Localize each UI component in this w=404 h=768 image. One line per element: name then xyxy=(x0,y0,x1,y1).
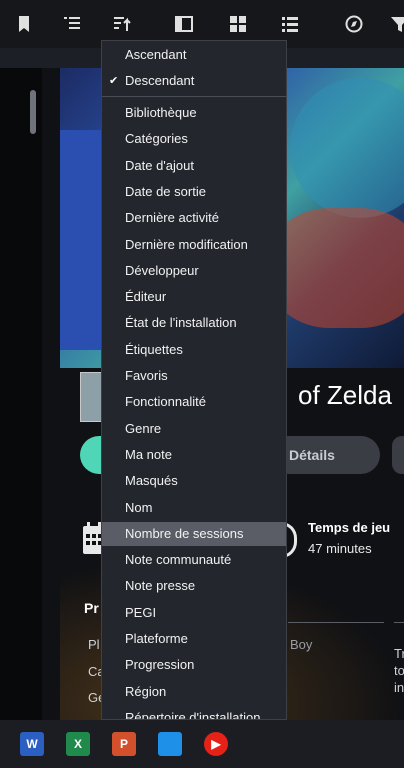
menu-item-label: Favoris xyxy=(125,368,168,383)
menu-item-field-11[interactable]: Fonctionnalité xyxy=(102,390,286,414)
divider xyxy=(288,622,384,623)
menu-item-label: Progression xyxy=(125,657,195,672)
playtime-label: Temps de jeu xyxy=(308,520,391,535)
details-button-label: Détails xyxy=(289,447,335,463)
menu-item-label: Genre xyxy=(125,421,162,436)
menu-item-field-22[interactable]: Région xyxy=(102,680,286,704)
menu-item-label: Catégories xyxy=(125,131,188,146)
filter-icon[interactable] xyxy=(388,12,404,36)
word-icon[interactable]: W xyxy=(20,732,44,756)
explore-icon[interactable] xyxy=(342,12,366,36)
menu-item-label: Dernière activité xyxy=(125,210,219,225)
menu-item-field-20[interactable]: Plateforme xyxy=(102,627,286,651)
bookmark-icon[interactable] xyxy=(12,12,36,36)
menu-item-field-3[interactable]: Date de sortie xyxy=(102,180,286,204)
excel-icon[interactable]: X xyxy=(66,732,90,756)
menu-item-field-21[interactable]: Progression xyxy=(102,653,286,677)
menu-item-field-7[interactable]: Éditeur xyxy=(102,285,286,309)
menu-item-field-8[interactable]: État de l'installation xyxy=(102,311,286,335)
menu-item-field-4[interactable]: Dernière activité xyxy=(102,206,286,230)
menu-item-label: Région xyxy=(125,684,167,699)
game-list-panel xyxy=(0,68,42,720)
youtube-music-icon[interactable]: ▶ xyxy=(204,732,228,756)
menu-item-field-6[interactable]: Développeur xyxy=(102,259,286,283)
menu-item-field-0[interactable]: Bibliothèque xyxy=(102,101,286,125)
menu-item-label: Dernière modification xyxy=(125,237,248,252)
menu-item-field-12[interactable]: Genre xyxy=(102,417,286,441)
panel-icon[interactable] xyxy=(172,12,196,36)
menu-item-field-10[interactable]: Favoris xyxy=(102,364,286,388)
powerpoint-icon[interactable]: P xyxy=(112,732,136,756)
menu-item-label: Date de sortie xyxy=(125,184,206,199)
menu-item-label: Ma note xyxy=(125,447,172,462)
menu-item-field-14[interactable]: Masqués xyxy=(102,469,286,493)
divider xyxy=(394,622,404,623)
scrollbar-thumb[interactable] xyxy=(30,90,36,134)
menu-item-order-1[interactable]: ✔ Descendant xyxy=(102,69,286,93)
hero-art-shape xyxy=(290,78,404,218)
menu-item-label: Fonctionnalité xyxy=(125,394,206,409)
menu-item-label: Étiquettes xyxy=(125,342,183,357)
description-text: Tr xyxy=(394,646,404,661)
menu-item-label: Note communauté xyxy=(125,552,232,567)
menu-item-field-18[interactable]: Note presse xyxy=(102,574,286,598)
menu-item-label: Plateforme xyxy=(125,631,188,646)
menu-item-label: Bibliothèque xyxy=(125,105,197,120)
menu-item-field-9[interactable]: Étiquettes xyxy=(102,338,286,362)
sort-icon[interactable] xyxy=(110,12,134,36)
description-text: in xyxy=(394,680,404,695)
menu-item-field-13[interactable]: Ma note xyxy=(102,443,286,467)
section-heading: Pr xyxy=(84,600,99,616)
menu-item-field-17[interactable]: Note communauté xyxy=(102,548,286,572)
menu-item-order-0[interactable]: Ascendant xyxy=(102,43,286,67)
checkmark-icon: ✔ xyxy=(109,75,119,87)
menu-item-label: PEGI xyxy=(125,605,157,620)
platform-value: Boy xyxy=(290,637,313,652)
menu-item-field-23[interactable]: Répertoire d'installation xyxy=(102,706,286,720)
taskbar: W X P ▶ xyxy=(0,720,404,768)
menu-item-label: Date d'ajout xyxy=(125,158,194,173)
menu-item-label: Note presse xyxy=(125,578,196,593)
menu-item-label: Ascendant xyxy=(125,47,187,62)
list-indent-icon[interactable] xyxy=(60,12,84,36)
menu-item-label: Descendant xyxy=(125,73,195,88)
menu-separator xyxy=(102,96,286,97)
more-button[interactable] xyxy=(392,436,404,474)
cover-art-strip xyxy=(60,130,104,350)
menu-item-label: Nombre de sessions xyxy=(125,526,244,541)
game-title: of Zelda xyxy=(298,380,392,410)
sort-dropdown-menu: Ascendant ✔ Descendant Bibliothèque Catégori… xyxy=(101,40,287,720)
menu-item-label: Masqués xyxy=(125,473,178,488)
menu-item-field-16[interactable]: Nombre de sessions xyxy=(102,522,286,546)
menu-item-label: Nom xyxy=(125,500,153,515)
menu-item-label: Répertoire d'installation xyxy=(125,710,261,720)
description-text: to xyxy=(394,663,404,678)
menu-item-label: Développeur xyxy=(125,263,199,278)
playtime-value: 47 minutes xyxy=(308,541,372,556)
menu-item-field-5[interactable]: Dernière modification xyxy=(102,233,286,257)
menu-item-field-1[interactable]: Catégories xyxy=(102,127,286,151)
list-view-icon[interactable] xyxy=(278,12,302,36)
phone-link-icon[interactable] xyxy=(158,732,182,756)
menu-item-field-2[interactable]: Date d'ajout xyxy=(102,154,286,178)
menu-item-field-15[interactable]: Nom xyxy=(102,496,286,520)
grid-view-icon[interactable] xyxy=(226,12,250,36)
menu-item-field-19[interactable]: PEGI xyxy=(102,601,286,625)
info-row-label: Pl xyxy=(88,637,100,652)
menu-item-label: Éditeur xyxy=(125,289,167,304)
hero-art-shape xyxy=(270,208,404,328)
menu-item-label: État de l'installation xyxy=(125,315,237,330)
